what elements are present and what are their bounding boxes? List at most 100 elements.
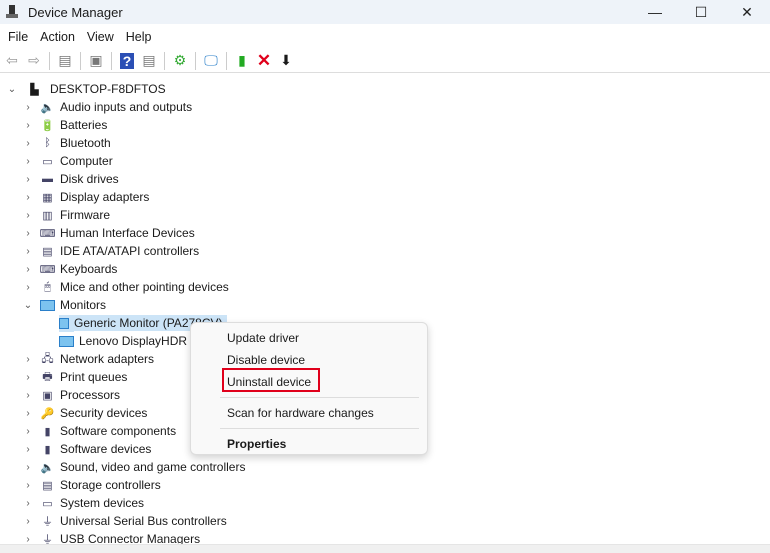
tree-category[interactable]: › ⌨ Keyboards bbox=[0, 260, 770, 278]
category-label: Network adapters bbox=[60, 352, 155, 366]
tree-category[interactable]: › ▭ Computer bbox=[0, 152, 770, 170]
chevron-right-icon[interactable]: › bbox=[22, 390, 34, 401]
help-icon[interactable]: ? bbox=[117, 51, 137, 71]
toolbar-divider bbox=[195, 51, 196, 70]
category-icon: 🖶 bbox=[42, 370, 53, 383]
disable-icon[interactable]: ⬇ bbox=[276, 51, 296, 71]
chevron-right-icon[interactable]: › bbox=[22, 210, 34, 221]
menu-view[interactable]: View bbox=[81, 30, 120, 44]
category-icon: 🔈 bbox=[40, 101, 55, 114]
category-label: Software components bbox=[60, 424, 177, 438]
forward-icon[interactable]: ⇨ bbox=[24, 51, 44, 71]
menu-divider bbox=[220, 397, 419, 398]
category-label: Monitors bbox=[60, 298, 107, 312]
category-label: System devices bbox=[60, 496, 145, 510]
menu-action[interactable]: Action bbox=[34, 30, 81, 44]
window-title: Device Manager bbox=[28, 4, 123, 20]
chevron-right-icon[interactable]: › bbox=[22, 138, 34, 149]
chevron-right-icon[interactable]: › bbox=[22, 354, 34, 365]
category-label: Audio inputs and outputs bbox=[60, 100, 193, 114]
tree-root[interactable]: ⌄ ▙ DESKTOP-F8DFTOS bbox=[0, 80, 770, 98]
chevron-right-icon[interactable]: › bbox=[22, 498, 34, 509]
category-label: Software devices bbox=[60, 442, 152, 456]
properties-icon[interactable]: ▣ bbox=[86, 51, 106, 71]
chevron-right-icon[interactable]: › bbox=[22, 462, 34, 473]
category-label: Security devices bbox=[60, 406, 148, 420]
show-hide-console-tree-icon[interactable]: ▤ bbox=[55, 51, 75, 71]
monitor-icon bbox=[59, 314, 74, 332]
chevron-right-icon[interactable]: › bbox=[22, 120, 34, 131]
tree-category[interactable]: › 🔋 Batteries bbox=[0, 116, 770, 134]
chevron-down-icon[interactable]: ⌄ bbox=[6, 84, 18, 95]
chevron-right-icon[interactable]: › bbox=[22, 534, 34, 545]
tree-category[interactable]: › ⏚ USB Connector Managers bbox=[0, 530, 770, 544]
category-icon: 🖧 bbox=[41, 352, 54, 365]
chevron-right-icon[interactable]: › bbox=[22, 156, 34, 167]
tree-category[interactable]: › ⏚ Universal Serial Bus controllers bbox=[0, 512, 770, 530]
menu-help[interactable]: Help bbox=[120, 30, 158, 44]
category-icon: 🔑 bbox=[40, 407, 55, 420]
tree-category[interactable]: › 🔈 Audio inputs and outputs bbox=[0, 98, 770, 116]
chevron-right-icon[interactable]: › bbox=[22, 228, 34, 239]
tree-category[interactable]: › 🖱 Mice and other pointing devices bbox=[0, 278, 770, 296]
category-label: Bluetooth bbox=[60, 136, 111, 150]
chevron-right-icon[interactable]: › bbox=[22, 408, 34, 419]
category-label: Sound, video and game controllers bbox=[60, 460, 246, 474]
chevron-right-icon[interactable]: › bbox=[22, 480, 34, 491]
toolbar-divider bbox=[164, 51, 165, 70]
maximize-button[interactable]: ☐ bbox=[678, 0, 724, 24]
tree-category[interactable]: ⌄ Monitors bbox=[0, 296, 770, 314]
toolbar-divider bbox=[49, 51, 50, 70]
category-icon: ▬ bbox=[42, 173, 53, 185]
tree-category[interactable]: › ⌨ Human Interface Devices bbox=[0, 224, 770, 242]
computer-icon: ▙ bbox=[30, 83, 39, 96]
category-label: Keyboards bbox=[60, 262, 118, 276]
menu-bar: File Action View Help bbox=[0, 24, 770, 49]
chevron-right-icon[interactable]: › bbox=[22, 516, 34, 527]
tree-category[interactable]: › ▭ System devices bbox=[0, 494, 770, 512]
chevron-right-icon[interactable]: › bbox=[22, 444, 34, 455]
category-label: Display adapters bbox=[60, 190, 150, 204]
category-label: IDE ATA/ATAPI controllers bbox=[60, 244, 200, 258]
minimize-button[interactable]: — bbox=[632, 0, 678, 24]
category-icon: ▮ bbox=[44, 443, 51, 456]
chevron-right-icon[interactable]: › bbox=[22, 264, 34, 275]
category-icon: 🖱 bbox=[44, 280, 51, 293]
chevron-right-icon[interactable]: › bbox=[22, 102, 34, 113]
toolbar-divider bbox=[80, 51, 81, 70]
tree-category[interactable]: › 🔈 Sound, video and game controllers bbox=[0, 458, 770, 476]
close-button[interactable]: ✕ bbox=[724, 0, 770, 24]
category-icon: ▣ bbox=[42, 389, 53, 402]
tree-category[interactable]: › ▦ Display adapters bbox=[0, 188, 770, 206]
category-label: Mice and other pointing devices bbox=[60, 280, 229, 294]
menu-file[interactable]: File bbox=[2, 30, 34, 44]
chevron-down-icon[interactable]: ⌄ bbox=[22, 300, 34, 311]
category-icon: ▥ bbox=[42, 209, 53, 222]
action-pane-icon[interactable]: ▤ bbox=[139, 51, 159, 71]
update-driver-icon[interactable]: ⚙ bbox=[170, 51, 190, 71]
chevron-right-icon[interactable]: › bbox=[22, 426, 34, 437]
chevron-right-icon[interactable]: › bbox=[22, 192, 34, 203]
tree-category[interactable]: › ▬ Disk drives bbox=[0, 170, 770, 188]
monitor-icon bbox=[59, 335, 74, 348]
tree-category[interactable]: › ▤ Storage controllers bbox=[0, 476, 770, 494]
category-icon: ⏚ bbox=[42, 534, 53, 544]
chevron-right-icon[interactable]: › bbox=[22, 174, 34, 185]
tree-category[interactable]: › ▤ IDE ATA/ATAPI controllers bbox=[0, 242, 770, 260]
chevron-right-icon[interactable]: › bbox=[22, 282, 34, 293]
add-legacy-hardware-icon[interactable]: ▮ bbox=[232, 51, 252, 71]
menu-properties[interactable]: Properties bbox=[191, 433, 427, 455]
tree-category[interactable]: › ▥ Firmware bbox=[0, 206, 770, 224]
horizontal-scrollbar[interactable] bbox=[0, 544, 770, 553]
menu-scan-hardware[interactable]: Scan for hardware changes bbox=[191, 402, 427, 424]
back-icon[interactable]: ⇦ bbox=[2, 51, 22, 71]
chevron-right-icon[interactable]: › bbox=[22, 372, 34, 383]
category-icon: ▤ bbox=[42, 479, 53, 492]
chevron-right-icon[interactable]: › bbox=[22, 246, 34, 257]
category-icon: ⌨ bbox=[39, 227, 56, 240]
tree-category[interactable]: › ᛒ Bluetooth bbox=[0, 134, 770, 152]
menu-update-driver[interactable]: Update driver bbox=[191, 327, 427, 349]
uninstall-icon[interactable]: ✕ bbox=[254, 51, 274, 71]
category-icon: ⌨ bbox=[39, 263, 56, 276]
scan-hardware-icon[interactable]: 🖵 bbox=[201, 51, 221, 71]
